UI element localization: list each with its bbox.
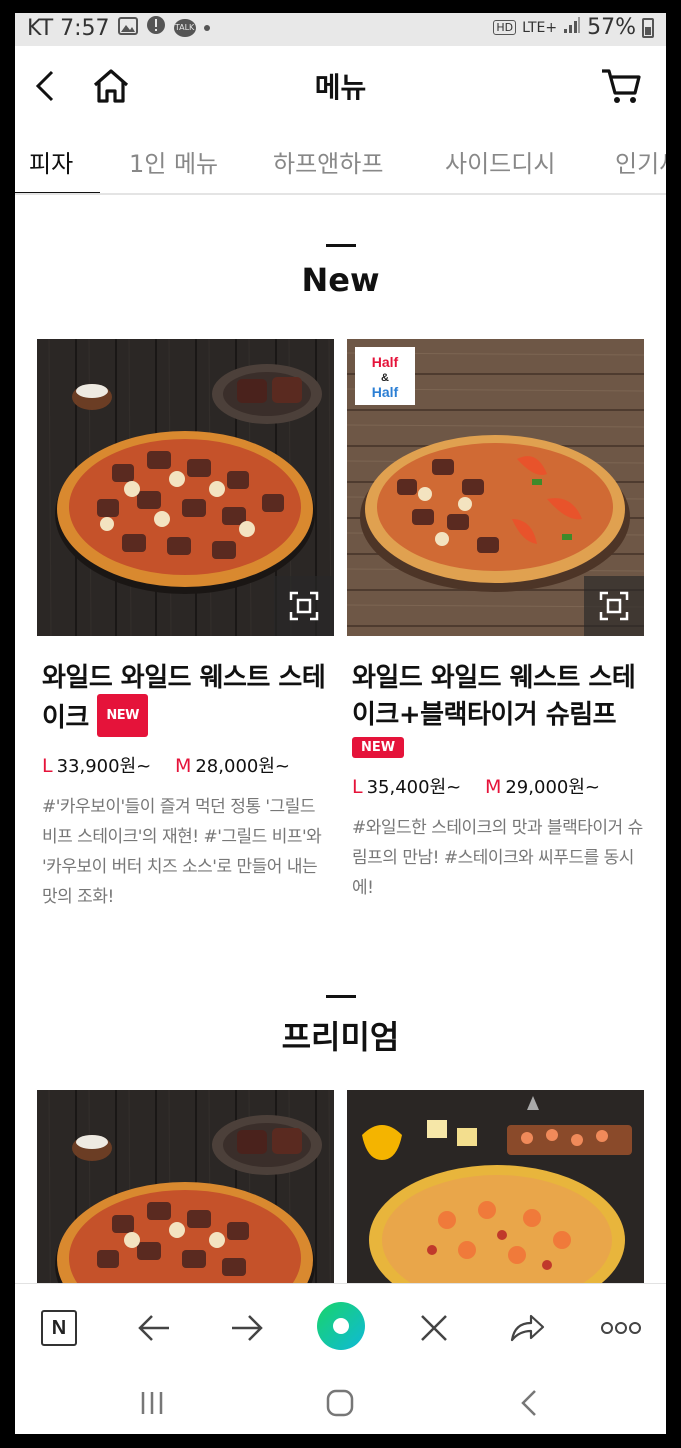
tab-pizza[interactable]: 피자: [29, 144, 73, 179]
close-icon: [421, 1315, 447, 1341]
forward-arrow-icon: [232, 1315, 263, 1341]
cart-button[interactable]: [599, 64, 643, 108]
menu-description: #와일드한 스테이크의 맛과 블랙타이거 슈림프의 만남! #스테이크와 씨푸드…: [352, 818, 643, 898]
pizza-image[interactable]: [37, 339, 334, 636]
size-label: L: [352, 776, 363, 798]
share-button[interactable]: [503, 1304, 551, 1352]
new-badge: NEW: [352, 737, 405, 758]
section-bar: [325, 244, 356, 247]
battery-icon: [642, 17, 654, 38]
price-large: L 33,900원~: [42, 752, 151, 778]
back-nav-button[interactable]: [505, 1379, 553, 1427]
tab-half-and-half[interactable]: 하프앤하프: [273, 144, 383, 179]
zoom-button[interactable]: [584, 576, 644, 636]
price-value: 35,400원~: [366, 777, 462, 798]
kakaotalk-icon: TALK: [173, 19, 196, 37]
price-row: L 35,400원~ M 29,000원~: [347, 773, 644, 799]
half-label-bottom: Half: [372, 384, 399, 400]
price-large: L 35,400원~: [352, 773, 461, 799]
expand-icon: [599, 591, 629, 621]
recent-apps-icon: [141, 1392, 163, 1414]
size-label: L: [42, 755, 53, 777]
price-row: L 33,900원~ M 28,000원~: [37, 752, 334, 778]
back-arrow-button[interactable]: [130, 1304, 178, 1352]
section-header-new: New: [15, 244, 666, 299]
close-button[interactable]: [410, 1304, 458, 1352]
battery-percent: 57%: [587, 15, 636, 40]
naver-button[interactable]: N: [35, 1304, 83, 1352]
menu-card[interactable]: [37, 1090, 334, 1283]
menu-card[interactable]: [347, 1090, 644, 1283]
size-label: M: [174, 755, 192, 777]
category-tabs: 피자 1인 메뉴 하프앤하프 사이드디시 인기세: [15, 122, 666, 195]
tab-active-indicator: [15, 192, 100, 193]
system-navigation-bar: [15, 1371, 666, 1434]
price-value: 33,900원~: [56, 756, 152, 777]
green-dot-button[interactable]: [315, 1300, 367, 1352]
menu-item-name[interactable]: 와일드 와일드 웨스트 스테이크 NEW: [37, 660, 334, 740]
more-notifications-icon: [203, 25, 210, 31]
signal-icon: [563, 15, 581, 40]
section-header-premium: 프리미엄: [15, 995, 666, 1058]
menu-card[interactable]: Half & Half 와일드 와일드 웨스트 스테이크+블랙타이거 슈림프 N…: [347, 339, 644, 903]
new-badge: NEW: [97, 694, 149, 737]
browser-toolbar: N: [15, 1283, 666, 1371]
app-header: 메뉴: [15, 46, 666, 122]
section-title: 프리미엄: [281, 1018, 400, 1056]
pizza-image[interactable]: [347, 1090, 644, 1283]
page-title: 메뉴: [314, 71, 367, 104]
back-nav-icon: [521, 1390, 536, 1416]
status-bar: KT 7:57 TALK HD LTE+ 57%: [15, 13, 666, 46]
half-amp: &: [381, 372, 389, 384]
menu-item-title: 와일드 와일드 웨스트 스테이크+블랙타이거 슈림프: [352, 663, 636, 730]
price-medium: M 29,000원~: [485, 773, 600, 799]
menu-item-name[interactable]: 와일드 와일드 웨스트 스테이크+블랙타이거 슈림프: [347, 660, 644, 734]
screen: KT 7:57 TALK HD LTE+ 57% 메뉴 피자 1인 메뉴 하프앤…: [15, 13, 666, 1434]
forward-arrow-button[interactable]: [223, 1304, 271, 1352]
section-bar: [325, 995, 356, 998]
hd-icon: HD: [493, 20, 517, 35]
price-value: 28,000원~: [195, 756, 290, 777]
recent-apps-button[interactable]: [128, 1379, 176, 1427]
size-label: M: [484, 776, 502, 798]
zoom-button[interactable]: [274, 576, 334, 636]
naver-label: N: [51, 1316, 67, 1339]
tab-single-menu[interactable]: 1인 메뉴: [129, 144, 218, 179]
more-button[interactable]: [597, 1304, 645, 1352]
menu-item-title: 와일드 와일드 웨스트 스테이크: [42, 663, 326, 733]
cart-icon: [602, 69, 641, 103]
more-icon: [601, 1322, 641, 1334]
tab-side-dish[interactable]: 사이드디시: [445, 144, 555, 179]
gallery-icon: [117, 16, 138, 41]
back-arrow-icon: [138, 1315, 169, 1341]
expand-icon: [289, 591, 319, 621]
home-nav-icon: [326, 1389, 354, 1417]
menu-card[interactable]: 와일드 와일드 웨스트 스테이크 NEW L 33,900원~ M 28,000원~…: [37, 339, 334, 912]
price-value: 29,000원~: [505, 777, 600, 798]
pizza-image[interactable]: [37, 1090, 334, 1283]
alert-icon: [146, 15, 166, 41]
green-dot-icon: [317, 1302, 365, 1350]
price-medium: M 28,000원~: [175, 752, 290, 778]
half-label-top: Half: [372, 354, 399, 370]
menu-description: #'카우보이'들이 즐겨 먹던 정통 '그릴드 비프 스테이크'의 재현! #'…: [42, 797, 322, 907]
pizza-image[interactable]: Half & Half: [347, 339, 644, 636]
carrier-time: KT 7:57: [27, 15, 110, 41]
share-icon: [510, 1314, 545, 1342]
tab-popular-set[interactable]: 인기세: [615, 144, 666, 179]
naver-icon: N: [41, 1310, 77, 1346]
home-nav-button[interactable]: [316, 1379, 364, 1427]
section-title: New: [301, 261, 380, 299]
network-label: LTE+: [522, 19, 558, 36]
